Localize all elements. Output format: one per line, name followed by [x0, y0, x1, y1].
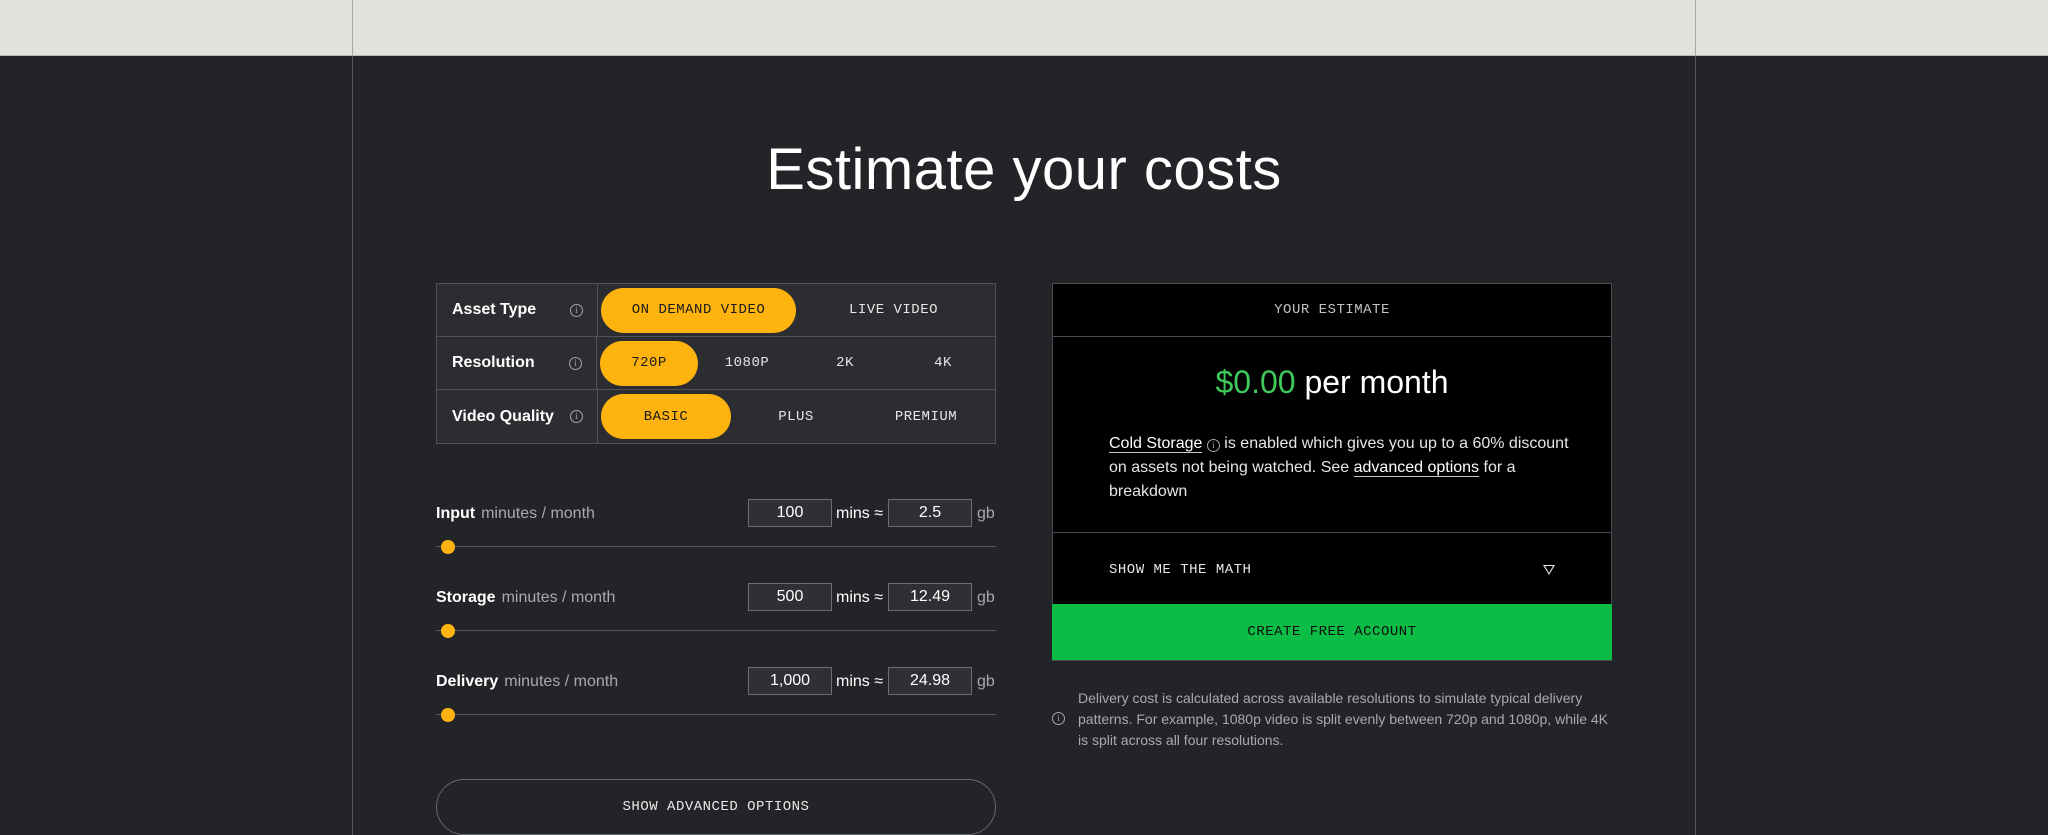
quality-basic-button[interactable]: BASIC	[601, 394, 731, 439]
guide-line-left	[352, 0, 353, 835]
delivery-label: Delivery	[436, 673, 499, 690]
asset-type-label: Asset Type	[452, 301, 537, 318]
guide-line-left-top	[352, 0, 353, 56]
guide-line-right	[1695, 0, 1696, 835]
estimate-period: per month	[1304, 364, 1449, 400]
storage-sublabel: minutes / month	[501, 589, 616, 606]
info-icon[interactable]: i	[570, 410, 583, 423]
resolution-1080p-button[interactable]: 1080P	[698, 341, 796, 386]
storage-slider-thumb[interactable]	[441, 624, 455, 638]
input-gb-unit: gb	[977, 505, 995, 522]
storage-mins-unit: mins ≈	[836, 589, 884, 606]
resolution-choices: 720P 1080P 2K 4K	[597, 337, 995, 389]
estimate-amount: $0.00	[1215, 364, 1296, 400]
resolution-2k-button[interactable]: 2K	[796, 341, 894, 386]
storage-gb-unit: gb	[977, 589, 995, 606]
input-sublabel: minutes / month	[481, 505, 595, 522]
advanced-options-link[interactable]: advanced options	[1353, 459, 1480, 477]
asset-type-live-button[interactable]: LIVE VIDEO	[796, 288, 991, 333]
guide-line-right-top	[1695, 0, 1696, 56]
show-advanced-options-button[interactable]: SHOW ADVANCED OPTIONS	[436, 779, 996, 835]
asset-type-on-demand-button[interactable]: ON DEMAND VIDEO	[601, 287, 796, 333]
video-quality-row: Video Quality i BASIC PLUS PREMIUM	[437, 390, 995, 443]
video-quality-label: Video Quality	[452, 407, 554, 425]
delivery-sublabel: minutes / month	[504, 673, 619, 690]
estimate-header: YOUR ESTIMATE	[1053, 284, 1611, 337]
video-quality-choices: BASIC PLUS PREMIUM	[598, 390, 995, 443]
input-mins-field[interactable]: 100	[748, 499, 832, 527]
delivery-slider-block: Delivery minutes / month 1,000 mins ≈ 24.…	[436, 667, 996, 747]
input-slider-block: Input minutes / month 100 mins ≈ 2.5 gb	[436, 499, 996, 579]
show-math-label: SHOW ME THE MATH	[1109, 561, 1252, 578]
storage-slider-track[interactable]	[436, 630, 996, 631]
options-table: Asset Type i ON DEMAND VIDEO LIVE VIDEO …	[436, 283, 996, 444]
delivery-slider-track[interactable]	[436, 714, 996, 715]
delivery-mins-unit: mins ≈	[836, 673, 884, 690]
footnote-text: Delivery cost is calculated across avail…	[1078, 690, 1609, 748]
video-quality-label-cell: Video Quality i	[437, 390, 598, 443]
page-title: Estimate your costs	[766, 137, 1282, 202]
top-bar	[0, 0, 2048, 56]
resolution-4k-button[interactable]: 4K	[894, 341, 992, 386]
storage-label: Storage	[436, 589, 496, 606]
delivery-footnote: i Delivery cost is calculated across ava…	[1052, 688, 1612, 751]
resolution-label-cell: Resolution i	[437, 337, 597, 389]
delivery-slider-thumb[interactable]	[441, 708, 455, 722]
storage-slider-block: Storage minutes / month 500 mins ≈ 12.49 …	[436, 583, 996, 663]
cold-storage-link[interactable]: Cold Storage	[1109, 435, 1203, 453]
input-gb-field[interactable]: 2.5	[888, 499, 972, 527]
storage-gb-field[interactable]: 12.49	[888, 583, 972, 611]
quality-premium-button[interactable]: PREMIUM	[861, 394, 991, 439]
resolution-label: Resolution	[452, 354, 535, 371]
input-slider-track[interactable]	[436, 546, 996, 547]
input-mins-unit: mins ≈	[836, 505, 884, 522]
resolution-row: Resolution i 720P 1080P 2K 4K	[437, 337, 995, 390]
info-icon[interactable]: i	[569, 356, 582, 370]
storage-mins-field[interactable]: 500	[748, 583, 832, 611]
info-icon: i	[1052, 712, 1065, 725]
cold-storage-note: Cold Storage i is enabled which gives yo…	[1109, 432, 1569, 504]
create-free-account-button[interactable]: CREATE FREE ACCOUNT	[1052, 604, 1612, 660]
delivery-gb-unit: gb	[977, 673, 995, 690]
asset-type-choices: ON DEMAND VIDEO LIVE VIDEO	[598, 284, 995, 336]
info-icon[interactable]: i	[1206, 439, 1220, 452]
delivery-mins-field[interactable]: 1,000	[748, 667, 832, 695]
input-slider-thumb[interactable]	[441, 540, 455, 554]
input-label: Input	[436, 505, 476, 522]
asset-type-label-cell: Asset Type i	[437, 284, 598, 336]
quality-plus-button[interactable]: PLUS	[731, 394, 861, 439]
delivery-gb-field[interactable]: 24.98	[888, 667, 972, 695]
triangle-down-icon	[1543, 564, 1555, 575]
resolution-720p-button[interactable]: 720P	[600, 340, 698, 386]
estimate-price: $0.00 per month	[1053, 364, 1611, 401]
delivery-label-group: Delivery minutes / month	[436, 673, 618, 691]
storage-label-group: Storage minutes / month	[436, 589, 615, 607]
asset-type-row: Asset Type i ON DEMAND VIDEO LIVE VIDEO	[437, 284, 995, 337]
show-math-toggle[interactable]: SHOW ME THE MATH	[1053, 532, 1611, 606]
input-label-group: Input minutes / month	[436, 505, 595, 523]
info-icon[interactable]: i	[570, 303, 583, 317]
